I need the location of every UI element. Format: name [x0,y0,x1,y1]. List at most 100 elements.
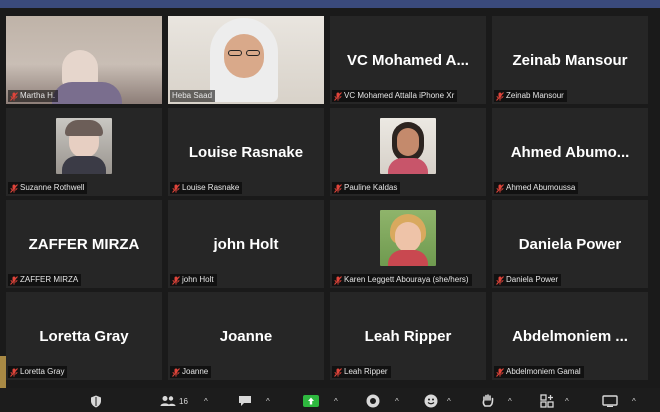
participant-photo [380,210,436,266]
muted-mic-icon [496,275,504,285]
participant-tile[interactable]: Zeinab Mansour Zeinab Mansour [492,16,648,104]
participant-name-label: john Holt [170,274,217,286]
participant-name: Louise Rasnake [182,183,240,192]
participant-name: Heba Saad [172,91,213,100]
security-button[interactable] [90,394,102,408]
participant-name-label: Martha H. [8,90,59,102]
participant-name-label: Daniela Power [494,274,562,286]
apps-caret[interactable]: ^ [565,394,569,408]
muted-mic-icon [10,367,18,377]
participant-tile[interactable]: Heba Saad [168,16,324,104]
record-button[interactable] [366,394,380,408]
participants-count: 16 [179,396,188,406]
participant-name-label: ZAFFER MIRZA [8,274,82,286]
raise-hand-button[interactable] [482,394,494,408]
participant-name-label: Ahmed Abumoussa [494,182,579,194]
participant-name: john Holt [182,275,214,284]
participant-name: Leah Ripper [344,367,388,376]
participant-name-label: Joanne [170,366,212,378]
participant-name: VC Mohamed Attalla iPhone Xr [344,91,455,100]
window-top-bar [0,0,660,8]
participant-tile[interactable]: Suzanne Rothwell [6,108,162,196]
muted-mic-icon [10,183,18,193]
participant-display-name: john Holt [213,236,279,253]
participant-name: Pauline Kaldas [344,183,398,192]
participant-name: Abdelmoniem Gamal [506,367,581,376]
muted-mic-icon [496,183,504,193]
participant-name-label: Abdelmoniem Gamal [494,366,584,378]
participant-display-name: Leah Ripper [364,328,452,345]
participant-tile[interactable]: ZAFFER MIRZA ZAFFER MIRZA [6,200,162,288]
participant-name-label: Karen Leggett Abouraya (she/hers) [332,274,472,286]
participant-name: ZAFFER MIRZA [20,275,79,284]
participant-display-name: VC Mohamed A... [347,52,469,69]
record-caret[interactable]: ^ [395,394,399,408]
meeting-toolbar: 16 ^ ^ ^ ^ ^ ^ ^ ^ [0,388,660,412]
participant-tile[interactable]: Leah Ripper Leah Ripper [330,292,486,380]
participant-display-name: Joanne [219,328,273,345]
view-icon [602,395,618,407]
muted-mic-icon [334,275,342,285]
chat-caret[interactable]: ^ [266,394,270,408]
reactions-button[interactable] [424,394,438,408]
participant-display-name: Daniela Power [518,236,622,253]
participant-name-label: Zeinab Mansour [494,90,567,102]
participant-name-label: Heba Saad [170,90,216,102]
raise-hand-caret[interactable]: ^ [508,394,512,408]
chat-button[interactable] [238,394,252,408]
record-icon [366,394,380,408]
participant-name-label: Louise Rasnake [170,182,243,194]
hand-icon [482,394,494,407]
participant-tile[interactable]: Abdelmoniem ... Abdelmoniem Gamal [492,292,648,380]
reactions-icon [424,394,438,408]
apps-button[interactable] [540,394,554,408]
view-caret[interactable]: ^ [632,394,636,408]
participant-name-label: VC Mohamed Attalla iPhone Xr [332,90,458,102]
participant-tile[interactable]: Loretta Gray Loretta Gray [6,292,162,380]
gallery-grid: Martha H. Heba Saad VC Mohamed A... VC Moha… [6,16,656,384]
muted-mic-icon [496,91,504,101]
participant-tile[interactable]: Joanne Joanne [168,292,324,380]
participant-name: Loretta Gray [20,367,65,376]
apps-icon [540,394,554,408]
participant-tile[interactable]: Daniela Power Daniela Power [492,200,648,288]
participant-display-name: Louise Rasnake [188,144,304,161]
muted-mic-icon [334,367,342,377]
participant-name: Joanne [182,367,209,376]
participant-photo [380,118,436,174]
muted-mic-icon [172,275,180,285]
participant-tile[interactable]: Ahmed Abumo... Ahmed Abumoussa [492,108,648,196]
participant-name-label: Loretta Gray [8,366,68,378]
view-button[interactable] [602,394,618,408]
participant-name: Suzanne Rothwell [20,183,85,192]
share-screen-icon [303,395,319,407]
participant-tile[interactable]: Pauline Kaldas [330,108,486,196]
muted-mic-icon [10,91,18,101]
share-screen-button[interactable] [303,394,319,408]
participant-name-label: Suzanne Rothwell [8,182,88,194]
participant-name: Karen Leggett Abouraya (she/hers) [344,275,469,284]
participant-name-label: Pauline Kaldas [332,182,401,194]
participant-display-name: Abdelmoniem ... [512,328,628,345]
participant-tile[interactable]: VC Mohamed A... VC Mohamed Attalla iPhone… [330,16,486,104]
muted-mic-icon [334,183,342,193]
participant-photo [56,118,112,174]
people-icon [160,396,176,406]
participant-name: Zeinab Mansour [506,91,564,100]
participant-name: Ahmed Abumoussa [506,183,576,192]
muted-mic-icon [172,183,180,193]
participants-caret[interactable]: ^ [204,394,208,408]
share-caret[interactable]: ^ [334,394,338,408]
participant-tile[interactable]: john Holt john Holt [168,200,324,288]
muted-mic-icon [10,275,18,285]
participants-button[interactable]: 16 [160,394,188,408]
participant-tile[interactable]: Karen Leggett Abouraya (she/hers) [330,200,486,288]
chat-icon [239,396,251,406]
participant-display-name: Zeinab Mansour [512,52,628,69]
reactions-caret[interactable]: ^ [447,394,451,408]
participant-name: Daniela Power [506,275,559,284]
participant-name: Martha H. [20,91,56,100]
participant-tile[interactable]: Louise Rasnake Louise Rasnake [168,108,324,196]
participant-display-name: ZAFFER MIRZA [28,236,140,253]
participant-tile[interactable]: Martha H. [6,16,162,104]
